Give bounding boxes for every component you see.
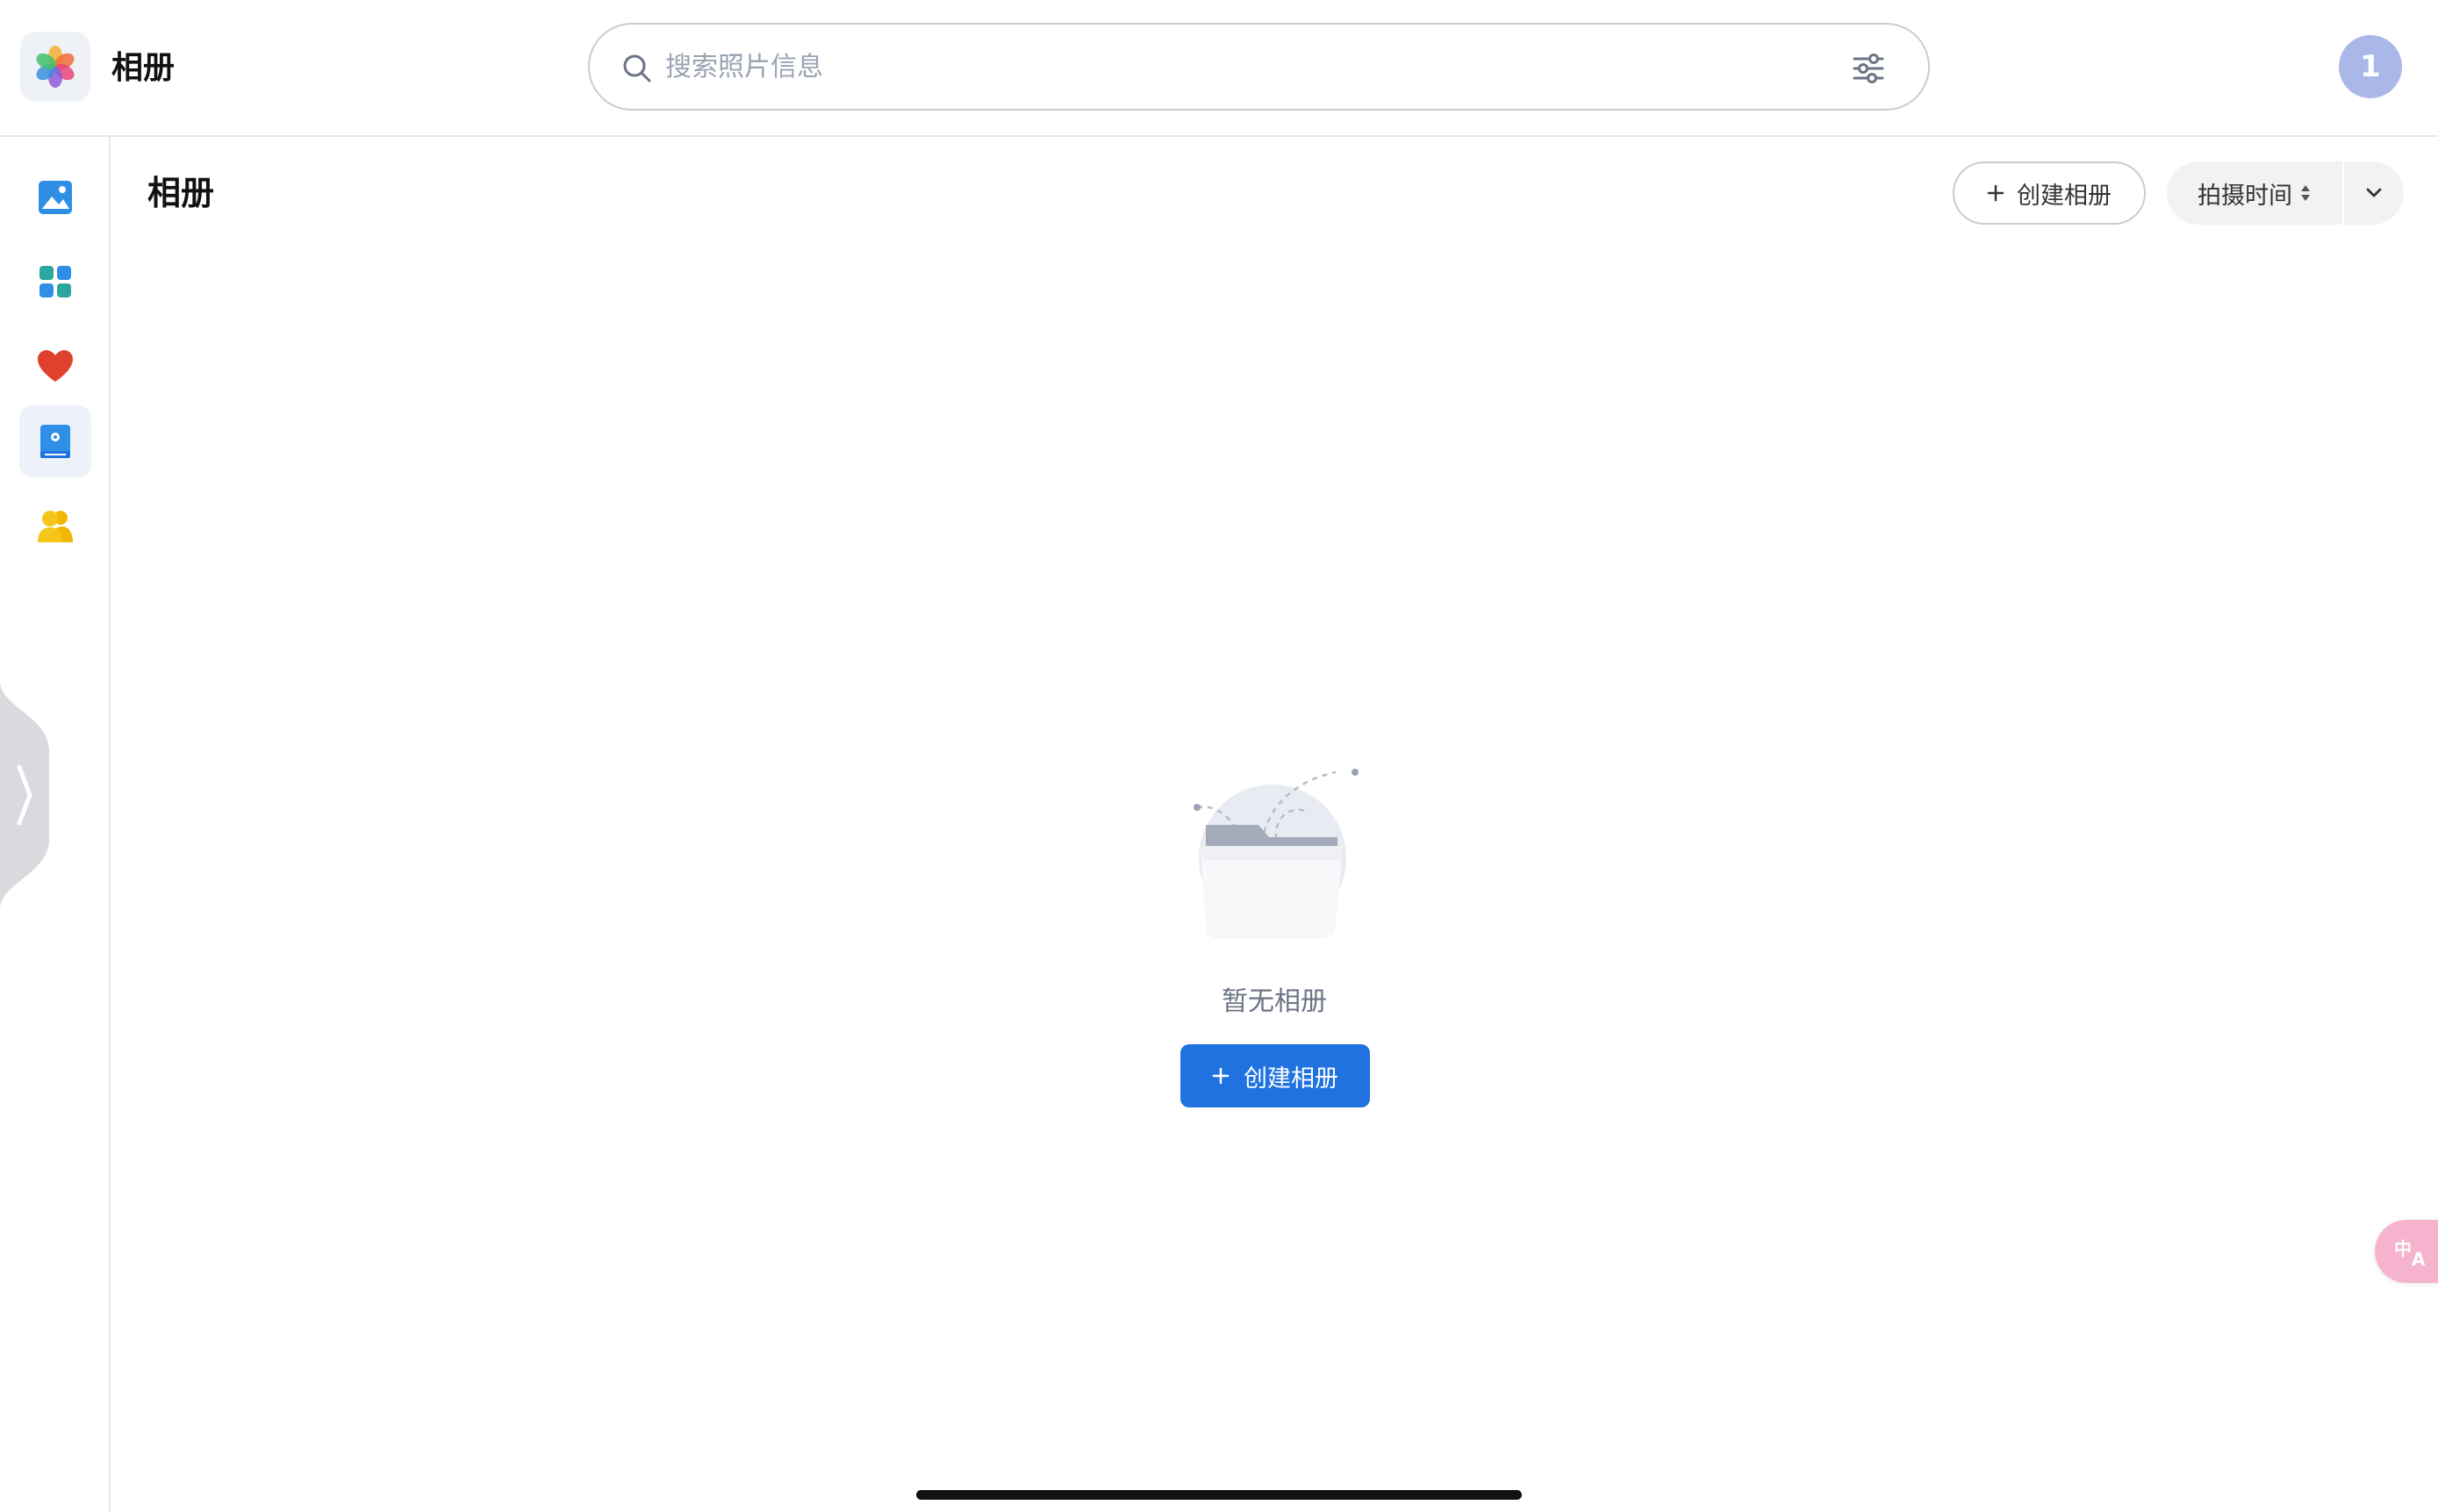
search-input[interactable] xyxy=(665,42,1762,91)
sort-dropdown-button[interactable] xyxy=(2344,161,2404,225)
sidebar-expand-handle[interactable] xyxy=(0,681,49,909)
empty-create-album-label: 创建相册 xyxy=(1244,1064,1338,1093)
sidebar-item-favorites[interactable] xyxy=(19,330,91,402)
empty-create-album-button[interactable]: 创建相册 xyxy=(1180,1044,1370,1107)
sort-updown-icon xyxy=(2301,185,2310,201)
svg-text:A: A xyxy=(2412,1249,2426,1269)
sort-control: 拍摄时间 xyxy=(2167,161,2404,225)
sidebar-item-photos[interactable] xyxy=(19,161,91,233)
app-title: 相册 xyxy=(111,50,176,86)
top-bar: 相册 1 xyxy=(0,0,2438,137)
grid-icon xyxy=(39,266,71,297)
sidebar-item-people[interactable] xyxy=(19,490,91,562)
chevron-down-icon xyxy=(2366,188,2382,197)
photos-flower-icon xyxy=(36,46,75,88)
create-album-label: 创建相册 xyxy=(2017,182,2112,210)
translate-icon: 中 A xyxy=(2394,1238,2426,1269)
home-indicator xyxy=(916,1490,1522,1500)
sort-button[interactable]: 拍摄时间 xyxy=(2167,161,2342,225)
app-logo[interactable] xyxy=(20,32,90,102)
sidebar-item-albums[interactable] xyxy=(19,405,91,477)
heart-icon xyxy=(38,350,73,382)
sidebar xyxy=(0,137,111,1512)
page-title: 相册 xyxy=(147,174,215,212)
translate-button[interactable]: 中 A xyxy=(2375,1220,2438,1283)
plus-icon xyxy=(1987,184,2004,202)
sort-label: 拍摄时间 xyxy=(2198,182,2292,210)
empty-folder-icon xyxy=(1194,769,1359,939)
empty-message: 暂无相册 xyxy=(1222,986,1327,1017)
image-icon xyxy=(39,181,72,214)
search-icon xyxy=(623,54,651,82)
sidebar-item-explore[interactable] xyxy=(19,246,91,318)
album-book-icon xyxy=(40,425,70,458)
search-bar[interactable] xyxy=(588,23,1930,111)
create-album-button[interactable]: 创建相册 xyxy=(1953,161,2146,225)
svg-text:中: 中 xyxy=(2394,1238,2412,1259)
people-icon xyxy=(38,511,73,542)
plus-icon xyxy=(1212,1067,1230,1085)
filter-sliders-icon[interactable] xyxy=(1851,51,1886,86)
user-avatar[interactable]: 1 xyxy=(2339,35,2402,98)
